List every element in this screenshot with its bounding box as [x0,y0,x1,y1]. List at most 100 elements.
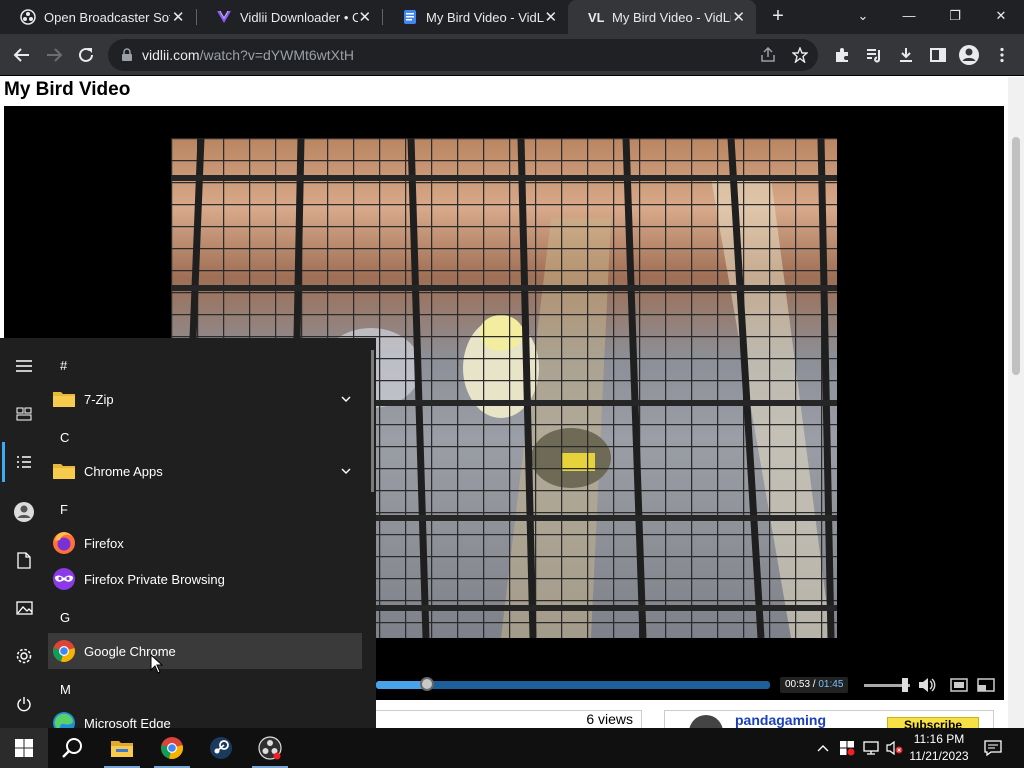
forward-button[interactable] [40,41,68,69]
tab-my-bird-video-active[interactable]: VL My Bird Video - VidLii ✕ [568,0,756,34]
tab-search-icon[interactable]: ⌄ [840,0,886,34]
tab-obs[interactable]: Open Broadcaster Software ✕ [0,0,196,34]
user-account-button[interactable] [0,490,48,534]
tab-title: Vidlii Downloader • Co [240,9,358,25]
url-path: /watch?v=dYWMt6wtXtH [199,47,355,63]
tiles-icon [16,407,32,421]
app-list: # 7-Zip C Chrome Apps F Firefox Firefox … [48,338,370,728]
section-letter[interactable]: # [60,358,67,373]
search-icon [62,738,82,758]
url-text: vidlii.com/watch?v=dYWMt6wtXtH [142,47,354,63]
scrollbar-thumb[interactable] [1012,137,1020,375]
app-label: Firefox [84,535,124,551]
chrome-icon [161,737,183,759]
start-menu: # 7-Zip C Chrome Apps F Firefox Firefox … [0,338,376,728]
profile-button[interactable] [955,41,983,69]
power-button[interactable] [0,682,48,726]
media-control-button[interactable] [860,41,888,69]
taskbar-file-explorer[interactable] [98,728,146,768]
section-letter[interactable]: F [60,502,68,517]
documents-button[interactable] [0,538,48,582]
taskbar-obs[interactable] [246,728,294,768]
tab-title: Open Broadcaster Software [44,9,170,25]
back-button[interactable] [8,41,36,69]
seek-handle[interactable] [420,677,435,691]
settings-button[interactable] [0,634,48,678]
close-window-button[interactable]: ✕ [978,0,1024,34]
all-apps-button[interactable] [0,440,48,484]
tiles-button[interactable] [0,392,48,436]
start-menu-scrollbar[interactable] [371,350,374,492]
taskbar-search-button[interactable] [48,728,96,768]
side-panel-button[interactable] [924,41,952,69]
app-label: Chrome Apps [84,463,163,479]
close-tab-icon[interactable]: ✕ [731,8,746,26]
show-hidden-icons-button[interactable] [812,728,834,768]
subscribe-button[interactable]: Subscribe [887,717,979,728]
channel-name-link[interactable]: pandagaming [735,712,826,728]
volume-handle[interactable] [902,678,909,692]
lock-icon [122,48,132,61]
chrome-icon [53,640,75,662]
app-item-firefox-private[interactable]: Firefox Private Browsing [48,561,362,597]
taskbar-chrome[interactable] [148,728,196,768]
section-letter[interactable]: G [60,610,70,625]
taskbar: 11:16 PM 11/21/2023 [0,728,1024,768]
taskbar-steam[interactable] [197,728,245,768]
obs-favicon-icon [20,9,36,25]
fullscreen-icon[interactable] [977,677,995,693]
app-label: Firefox Private Browsing [84,571,225,587]
extensions-button[interactable] [828,41,856,69]
app-item-firefox[interactable]: Firefox [48,525,362,561]
close-tab-icon[interactable]: ✕ [170,8,186,26]
app-label: 7-Zip [84,391,114,407]
edge-icon [53,712,75,728]
start-button[interactable] [0,728,48,768]
expand-menu-button[interactable] [0,344,48,388]
section-letter[interactable]: M [60,682,71,697]
close-tab-icon[interactable]: ✕ [544,8,558,26]
chevron-down-icon[interactable] [340,393,352,405]
new-tab-button[interactable]: + [766,5,790,29]
close-tab-icon[interactable]: ✕ [358,8,372,26]
tab-vidlii-downloader[interactable]: Vidlii Downloader • Co ✕ [196,0,382,34]
volume-icon[interactable] [918,677,936,693]
notifications-icon [984,740,1002,756]
playlist-music-icon [867,49,881,63]
reload-button[interactable] [72,41,100,69]
app-item-7zip[interactable]: 7-Zip [48,381,362,417]
page-scrollbar[interactable] [1008,77,1024,728]
reload-icon [79,47,93,62]
restore-button[interactable]: ❐ [932,0,978,34]
bookmark-star-icon[interactable] [792,47,808,63]
tray-security-icon-button[interactable] [836,728,858,768]
url-host: vidlii.com [142,47,200,63]
tab-my-bird-video[interactable]: My Bird Video - VidLii ✕ [382,0,568,34]
time-current: 00:53 [785,679,811,690]
profile-avatar-icon [959,45,979,65]
downloads-button[interactable] [892,41,920,69]
section-letter[interactable]: C [60,430,69,445]
vidlii-downloader-favicon-icon [217,10,231,23]
taskbar-clock[interactable]: 11:16 PM 11/21/2023 [900,731,978,765]
channel-avatar[interactable] [689,715,723,728]
address-bar[interactable]: vidlii.com/watch?v=dYWMt6wtXtH [108,39,818,71]
folder-icon [53,464,75,479]
app-item-chrome-apps[interactable]: Chrome Apps [48,453,362,489]
minimize-button[interactable]: — [886,0,932,34]
theater-mode-icon[interactable] [950,677,968,693]
seek-bar[interactable] [376,677,770,691]
arrow-left-icon [13,48,29,62]
chevron-down-icon[interactable] [340,465,352,477]
action-center-button[interactable] [980,728,1006,768]
app-item-microsoft-edge[interactable]: Microsoft Edge [48,705,362,728]
menu-button[interactable] [988,41,1016,69]
pictures-button[interactable] [0,586,48,630]
tray-network-button[interactable] [860,728,882,768]
user-avatar-icon [14,502,34,522]
file-explorer-icon [111,741,133,757]
app-item-google-chrome[interactable]: Google Chrome [48,633,362,669]
kebab-menu-icon [1000,47,1004,63]
start-menu-rail [0,338,48,728]
share-icon[interactable] [760,47,776,63]
